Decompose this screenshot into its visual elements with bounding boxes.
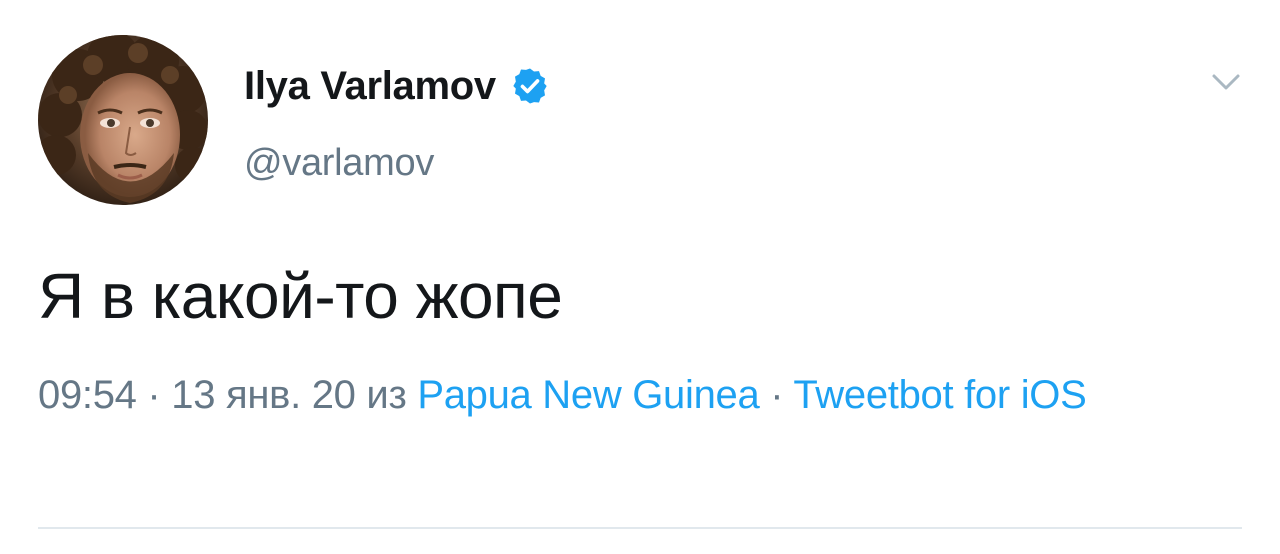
display-name[interactable]: Ilya Varlamov: [244, 64, 496, 109]
tweet-date[interactable]: 13 янв. 20: [171, 373, 356, 417]
avatar-photo: [38, 35, 208, 205]
tweet-text: Я в какой-то жопе: [38, 260, 563, 332]
tweet-meta: 09:54 · 13 янв. 20 из Papua New Guinea ·…: [38, 366, 1238, 424]
user-handle[interactable]: @varlamov: [244, 142, 434, 185]
location-link[interactable]: Papua New Guinea: [417, 373, 759, 417]
divider: [38, 527, 1242, 529]
tweet-time[interactable]: 09:54: [38, 373, 137, 417]
meta-separator: ·: [759, 373, 794, 417]
meta-from-word: из: [355, 373, 418, 417]
chevron-down-icon[interactable]: [1204, 62, 1248, 102]
client-link[interactable]: Tweetbot for iOS: [793, 373, 1086, 417]
tweet-card: Ilya Varlamov @varlamov Я в какой-то жоп…: [0, 0, 1280, 554]
avatar[interactable]: [38, 35, 208, 205]
name-row: Ilya Varlamov: [244, 60, 550, 112]
meta-separator: ·: [136, 373, 172, 417]
verified-badge-icon: [513, 68, 547, 104]
